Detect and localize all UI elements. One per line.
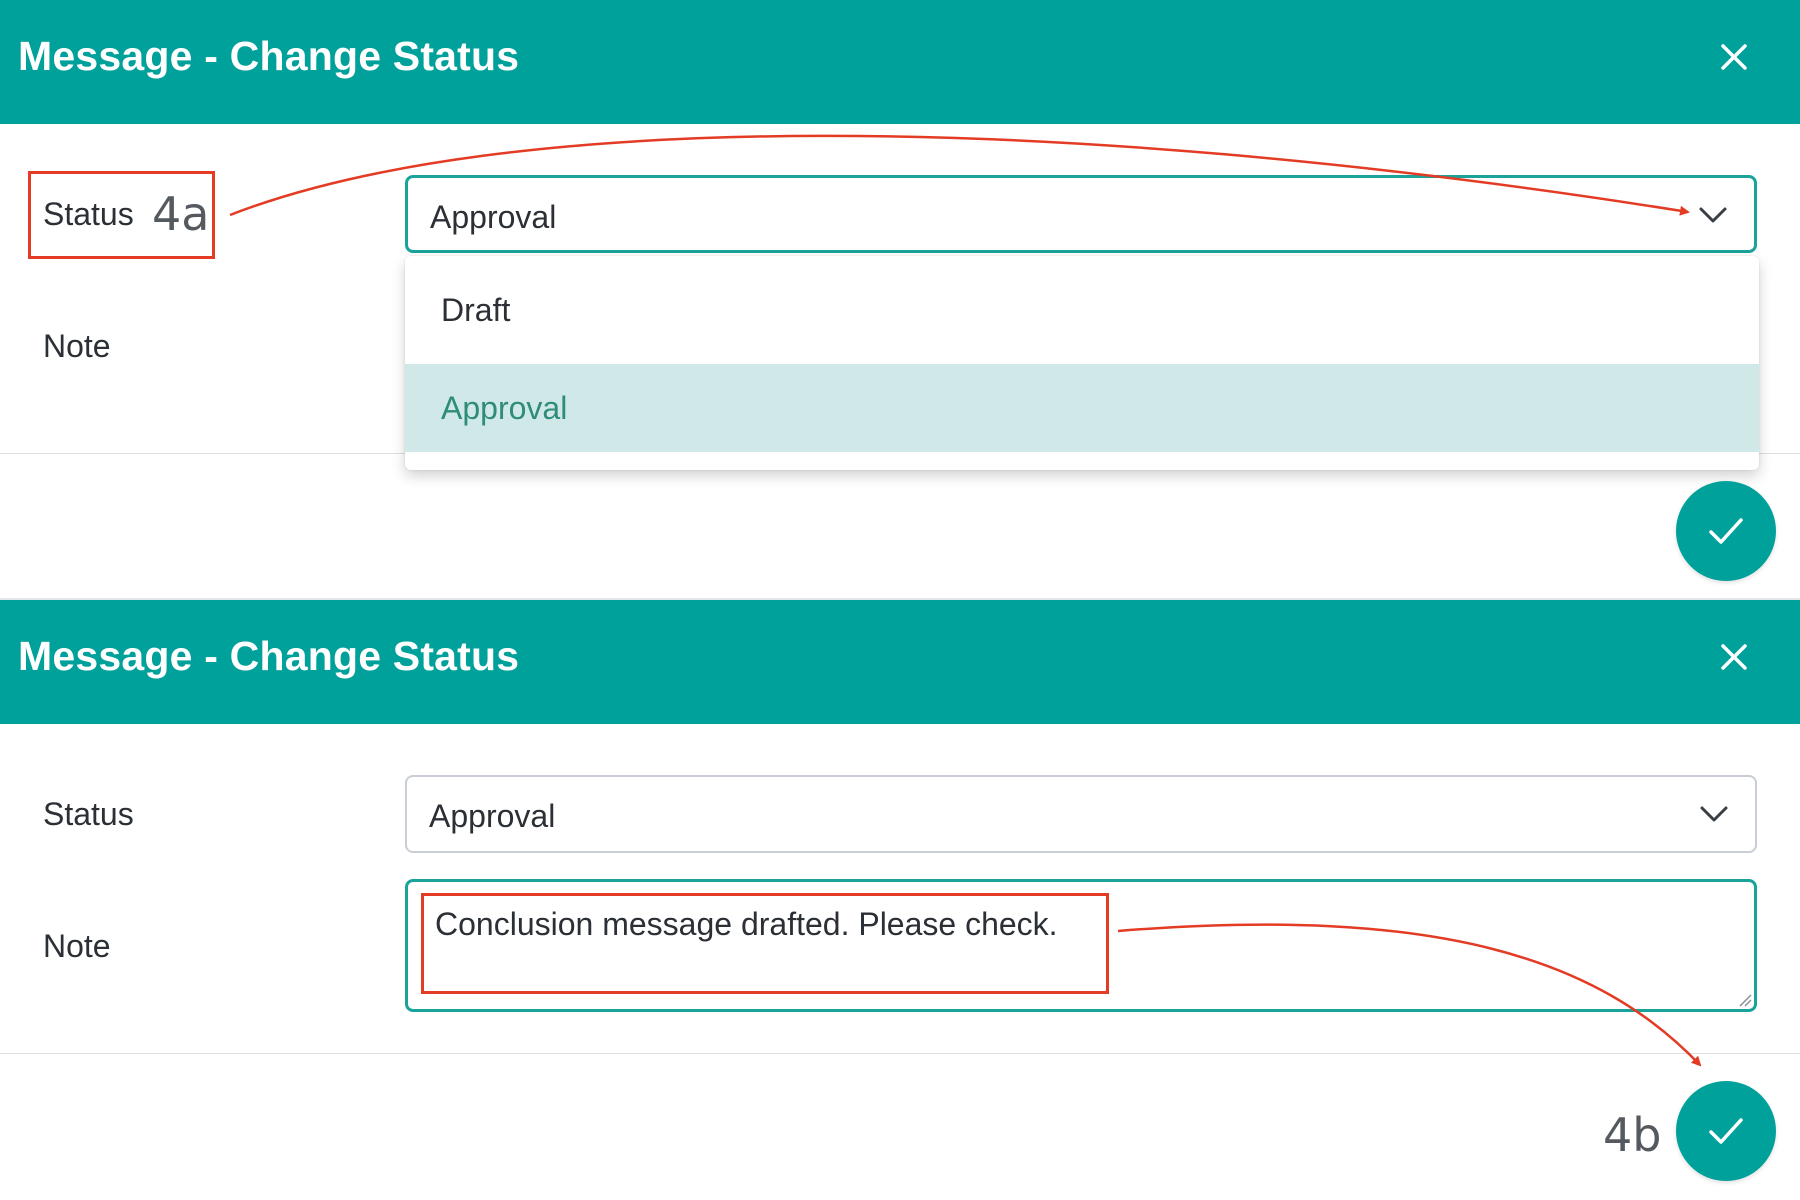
- dialog-header: Message - Change Status: [0, 600, 1800, 724]
- confirm-button[interactable]: [1676, 1081, 1776, 1181]
- dialog-header: Message - Change Status: [0, 0, 1800, 124]
- change-status-dialog-bottom: Message - Change Status Status Note Appr…: [0, 600, 1800, 1200]
- status-dropdown-menu: Draft Approval: [405, 256, 1759, 470]
- status-label: Status: [43, 796, 134, 832]
- resize-grip-icon[interactable]: [1736, 991, 1752, 1007]
- status-select-value: Approval: [429, 798, 556, 834]
- dropdown-option-label: Approval: [441, 390, 568, 426]
- close-button[interactable]: [1714, 37, 1754, 77]
- note-label: Note: [43, 328, 111, 364]
- dropdown-option-label: Draft: [441, 292, 511, 328]
- chevron-down-icon: [1699, 207, 1727, 223]
- close-button[interactable]: [1714, 637, 1754, 677]
- chevron-down-icon: [1700, 806, 1728, 822]
- check-icon: [1709, 1118, 1743, 1144]
- check-icon: [1709, 518, 1743, 544]
- status-select[interactable]: Approval: [405, 775, 1757, 853]
- annotation-highlight-note: [421, 893, 1109, 994]
- annotation-label-4a: 4a: [152, 187, 210, 241]
- confirm-button[interactable]: [1676, 481, 1776, 581]
- dropdown-option-draft[interactable]: Draft: [405, 266, 1759, 354]
- close-icon: [1721, 44, 1747, 70]
- close-icon: [1721, 644, 1747, 670]
- dropdown-option-approval[interactable]: Approval: [405, 364, 1759, 452]
- footer-divider: [0, 1053, 1800, 1054]
- dialog-title: Message - Change Status: [18, 633, 520, 679]
- annotation-label-4b: 4b: [1603, 1108, 1662, 1162]
- change-status-dialog-top: Message - Change Status Status Note Appr…: [0, 0, 1800, 598]
- dialog-title: Message - Change Status: [18, 33, 520, 79]
- status-select[interactable]: Approval: [405, 175, 1757, 253]
- note-label: Note: [43, 928, 111, 964]
- status-select-value: Approval: [430, 199, 557, 235]
